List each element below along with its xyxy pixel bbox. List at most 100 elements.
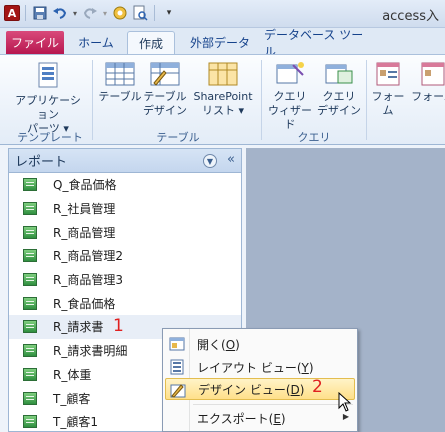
sharepoint-list-label-1: SharePoint: [193, 90, 253, 103]
chevron-down-icon[interactable]: ▼: [203, 154, 217, 168]
query-design-label-2: デザイン: [317, 104, 361, 117]
save-icon[interactable]: [31, 4, 49, 22]
ribbon-tab-bar: ファイル ホーム 作成 外部データ データベース ツール: [0, 28, 445, 59]
list-item[interactable]: Q_食品価格: [9, 173, 241, 197]
menu-item-open[interactable]: 開く(O): [165, 333, 355, 355]
form-design-icon: [421, 62, 445, 86]
report-icon: [23, 296, 37, 310]
design-view-icon: [170, 384, 186, 398]
tab-file[interactable]: ファイル: [6, 31, 64, 54]
menu-item-label: エクスポート(E): [197, 411, 286, 426]
access-app-icon[interactable]: A: [4, 5, 20, 21]
application-parts-button[interactable]: アプリケーション パーツ ▾: [10, 61, 86, 136]
menu-item-label: デザイン ビュー(D): [198, 382, 305, 397]
list-item-label: R_請求書明細: [53, 344, 128, 359]
menu-item-export[interactable]: エクスポート(E) ▶: [165, 407, 355, 429]
group-label-table: テーブル: [156, 131, 200, 144]
tab-home[interactable]: ホーム: [70, 31, 122, 54]
collapse-pane-icon[interactable]: «: [227, 152, 235, 167]
table-design-icon: [150, 62, 180, 86]
table-icon: [105, 62, 135, 86]
redo-dropdown-icon[interactable]: ▾: [101, 4, 109, 22]
tab-create[interactable]: 作成: [127, 31, 175, 54]
step-2-annotation: 2: [312, 377, 323, 397]
group-separator: [366, 60, 367, 140]
sharepoint-list-icon: [208, 62, 238, 86]
query-design-button[interactable]: クエリ デザイン: [314, 61, 364, 118]
table-label: テーブル: [98, 90, 142, 103]
menu-item-layout-view[interactable]: レイアウト ビュー(Y): [165, 356, 355, 378]
list-item[interactable]: R_食品価格: [9, 291, 241, 315]
list-item-label: R_体重: [53, 367, 92, 382]
application-parts-icon: [38, 62, 58, 88]
query-wizard-icon: [276, 62, 304, 84]
undo-icon[interactable]: [51, 4, 69, 22]
submenu-arrow-icon: ▶: [342, 412, 349, 421]
application-parts-label-1: アプリケーション: [15, 94, 81, 121]
group-label-query: クエリ: [297, 131, 331, 144]
table-design-button[interactable]: テーブル デザイン: [140, 61, 190, 118]
report-icon: [23, 415, 37, 429]
nav-pane-title: レポート: [15, 155, 68, 170]
report-icon: [23, 367, 37, 381]
group-separator: [92, 60, 93, 140]
table-design-label-2: デザイン: [143, 104, 187, 117]
menu-item-label: 開く(O): [197, 337, 240, 352]
list-item-label: R_社員管理: [53, 202, 116, 217]
list-item-label: R_商品管理3: [53, 273, 123, 288]
report-icon: [23, 225, 37, 239]
redo-icon[interactable]: [81, 4, 99, 22]
form-button[interactable]: フォーム: [368, 61, 408, 118]
list-item[interactable]: R_商品管理2: [9, 244, 241, 268]
report-icon: [23, 178, 37, 192]
list-item-label: R_食品価格: [53, 296, 116, 311]
customize-icon[interactable]: [111, 4, 129, 22]
qat-separator: [25, 5, 26, 21]
form-design-label: フォーム: [411, 90, 445, 103]
title-bar: A ▾ ▾ ▾ access入: [0, 0, 445, 28]
context-menu: 開く(O) レイアウト ビュー(Y) デザイン ビュー(D) 2 エクスポート(…: [162, 328, 358, 432]
report-icon: [23, 273, 37, 287]
list-item-label: T_顧客1: [53, 415, 98, 430]
query-wizard-label-2: ウィザード: [268, 104, 312, 131]
list-item[interactable]: R_商品管理3: [9, 268, 241, 292]
tab-external-data[interactable]: 外部データ: [182, 31, 258, 54]
sharepoint-list-button[interactable]: SharePoint リスト ▾: [190, 61, 256, 118]
print-preview-icon[interactable]: [131, 4, 149, 22]
ribbon-create: アプリケーション パーツ ▾ テンプレート テーブル テーブル デザイン Sha…: [0, 54, 445, 145]
tab-database-tools[interactable]: データベース ツール: [264, 28, 364, 59]
quick-access-toolbar: A ▾ ▾ ▾: [4, 4, 178, 22]
group-label-template: テンプレート: [17, 131, 83, 144]
menu-item-design-view[interactable]: デザイン ビュー(D) 2: [165, 377, 355, 400]
query-wizard-button[interactable]: クエリ ウィザード: [264, 61, 316, 132]
report-icon: [23, 202, 37, 216]
group-separator: [261, 60, 262, 140]
menu-separator: [193, 404, 353, 405]
list-item-label: R_商品管理2: [53, 249, 123, 264]
report-icon: [23, 391, 37, 405]
query-design-icon: [325, 64, 353, 84]
list-item-label: R_請求書: [53, 320, 104, 335]
nav-pane-header[interactable]: レポート ▼ «: [9, 149, 241, 173]
list-item-label: T_顧客: [53, 391, 91, 406]
report-icon: [23, 249, 37, 263]
sharepoint-list-label-2: リスト ▾: [201, 104, 245, 117]
qat-separator: [154, 5, 155, 21]
query-design-label-1: クエリ: [322, 90, 356, 103]
menu-item-label: レイアウト ビュー(Y): [197, 360, 314, 375]
list-item-label: Q_食品価格: [53, 178, 117, 193]
list-item[interactable]: R_商品管理: [9, 220, 241, 244]
open-icon: [169, 337, 185, 351]
undo-dropdown-icon[interactable]: ▾: [71, 4, 79, 22]
list-item-label: R_商品管理: [53, 225, 116, 240]
query-wizard-label-1: クエリ: [273, 90, 307, 103]
layout-view-icon: [170, 359, 184, 375]
window-title: access入: [382, 9, 439, 24]
mouse-cursor-icon: [338, 392, 352, 412]
qat-menu-icon[interactable]: ▾: [160, 4, 178, 22]
table-button[interactable]: テーブル: [98, 61, 142, 104]
form-design-button[interactable]: フォーム: [410, 61, 445, 104]
list-item[interactable]: R_社員管理: [9, 197, 241, 221]
report-icon: [23, 320, 37, 334]
form-label: フォーム: [371, 90, 405, 117]
